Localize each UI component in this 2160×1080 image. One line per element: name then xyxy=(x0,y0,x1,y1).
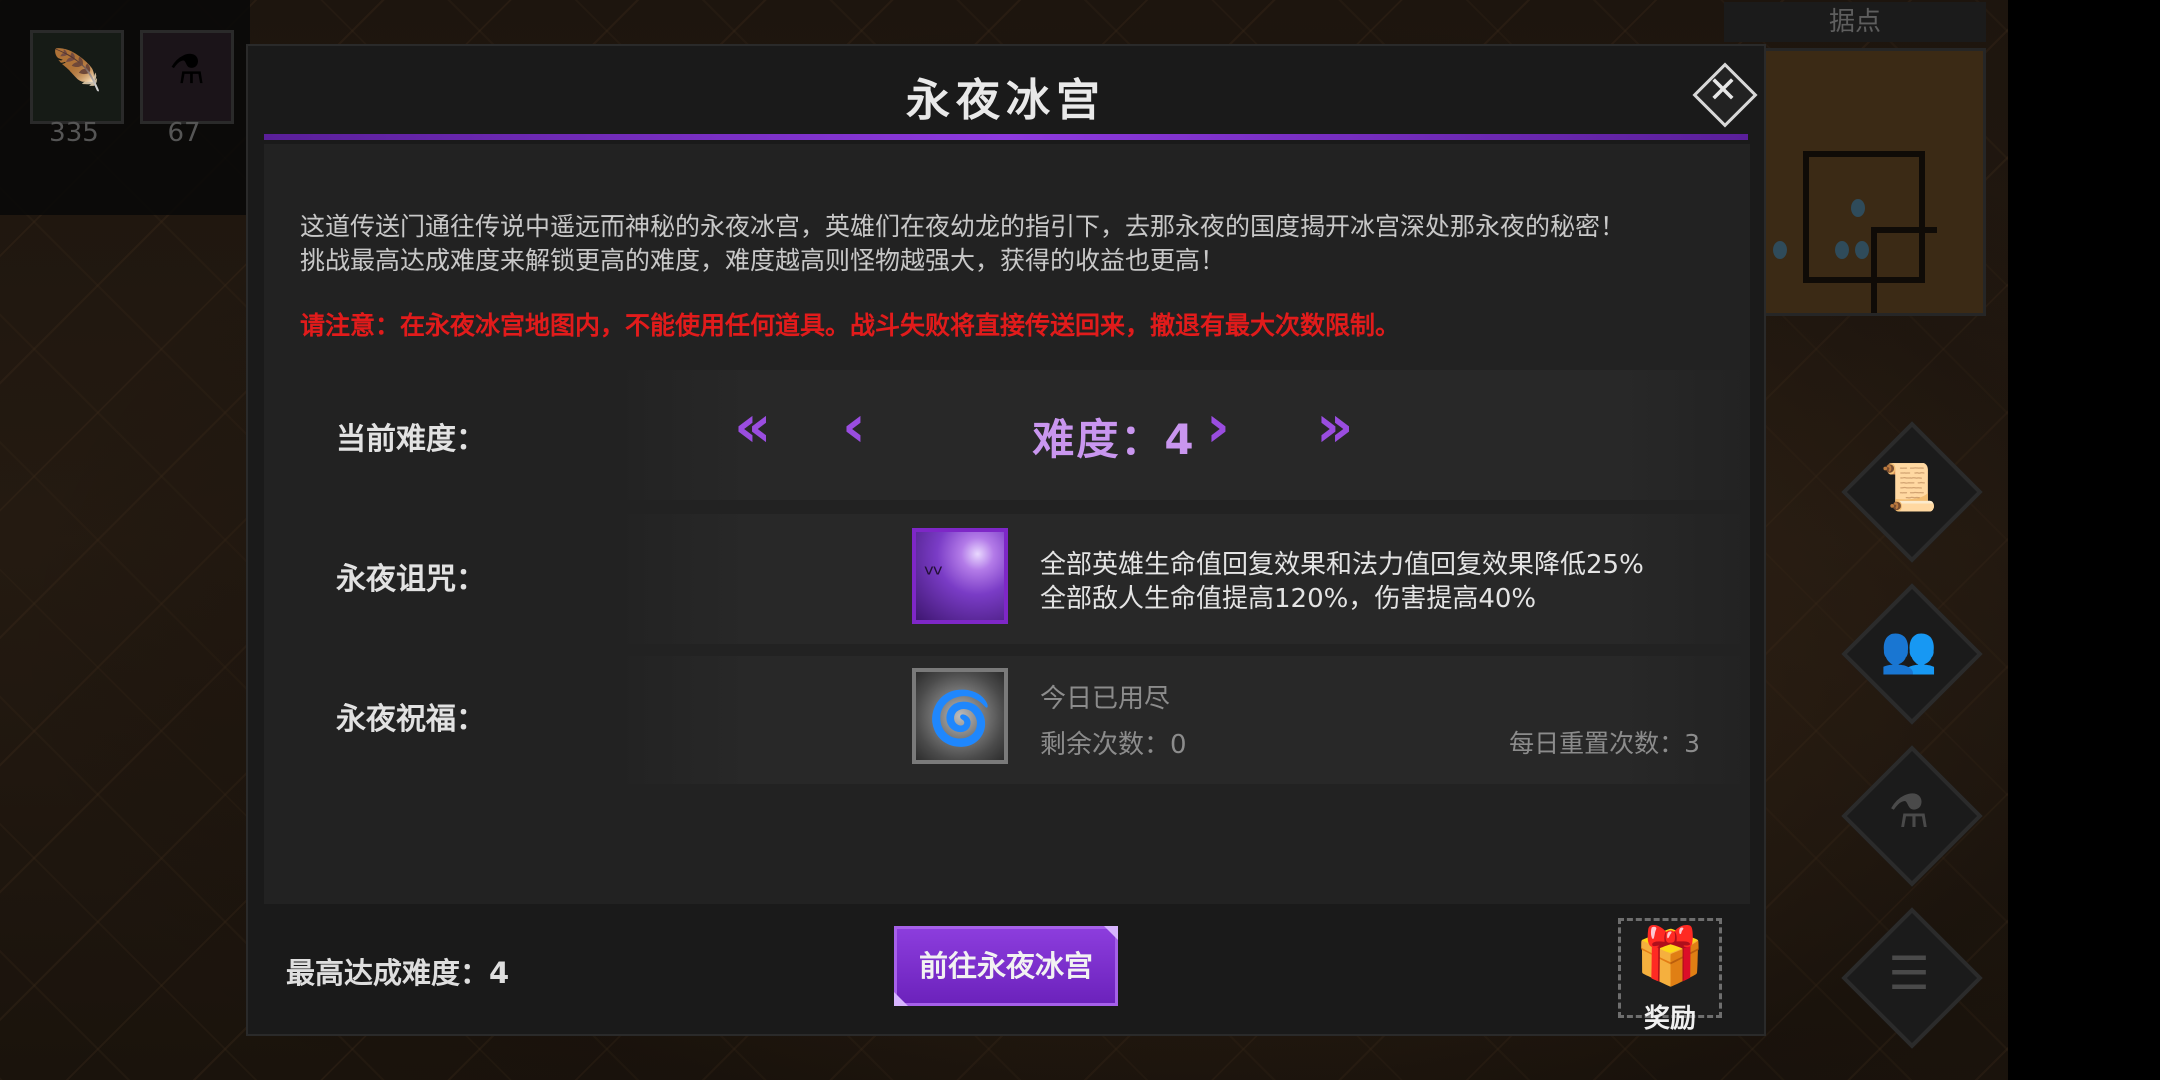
resource-slot[interactable]: ⚗ xyxy=(140,30,234,124)
minimap-marker xyxy=(1835,241,1849,259)
minimap-marker xyxy=(1851,199,1865,217)
dialog-body: 这道传送门通往传说中遥远而神秘的永夜冰宫，英雄们在夜幼龙的指引下，去那永夜的国度… xyxy=(264,144,1754,904)
blessing-remaining: 剩余次数：0 xyxy=(1040,730,1187,760)
close-button[interactable]: ✕ xyxy=(1690,60,1758,128)
curse-effect-line: 全部敌人生命值提高120%，伤害提高40% xyxy=(1040,584,1537,614)
potion-icon: ⚗ xyxy=(169,47,205,93)
eternal-night-dialog: 永夜冰宫 ✕ 这道传送门通往传说中遥远而神秘的永夜冰宫，英雄们在夜幼龙的指引下，… xyxy=(246,44,1766,1036)
max-difficulty-text: 最高达成难度：4 xyxy=(286,956,510,990)
dialog-header: 永夜冰宫 ✕ xyxy=(248,46,1764,140)
curse-icon[interactable]: ᵛᵛ xyxy=(912,528,1008,624)
swirl-icon: 🌀 xyxy=(927,689,993,749)
quest-scroll-icon: 📜 xyxy=(1880,460,1938,514)
button-corner xyxy=(1104,926,1118,940)
reward-label: 奖励 xyxy=(1643,1004,1696,1034)
blessing-icon[interactable]: 🌀 xyxy=(912,668,1008,764)
description-line: 挑战最高达成难度来解锁更高的难度，难度越高则怪物越强大，获得的收益也更高！ xyxy=(300,246,1226,275)
resource-count: 67 xyxy=(167,118,201,148)
minimap-marker xyxy=(1773,241,1787,259)
screen-edge xyxy=(2008,0,2160,1080)
blessing-row xyxy=(614,656,1754,784)
difficulty-label: 当前难度： xyxy=(336,422,486,457)
minimap[interactable] xyxy=(1762,48,1986,316)
resource-slot[interactable]: 🪶 xyxy=(30,30,124,124)
description-line: 这道传送门通往传说中遥远而神秘的永夜冰宫，英雄们在夜幼龙的指引下，去那永夜的国度… xyxy=(300,212,1626,241)
dialog-title: 永夜冰宫 xyxy=(906,75,1106,126)
heroes-button[interactable]: 👥 xyxy=(1841,583,1983,725)
enter-dungeon-label: 前往永夜冰宫 xyxy=(918,949,1093,983)
potion-flask-icon: ⚗ xyxy=(1888,784,1930,838)
menu-list-icon: ☰ xyxy=(1888,946,1930,1000)
blessing-label: 永夜祝福： xyxy=(336,702,486,737)
resource-bar: 🪶 ⚗ 335 67 xyxy=(0,0,250,215)
minimap-title: 据点 xyxy=(1724,2,1986,42)
gift-icon: 🎁 xyxy=(1635,924,1705,989)
last-difficulty-button[interactable]: » xyxy=(1316,396,1353,456)
resource-count: 335 xyxy=(49,118,99,148)
prev-difficulty-button[interactable]: ‹ xyxy=(842,396,866,456)
next-difficulty-button[interactable]: › xyxy=(1206,396,1230,456)
header-divider xyxy=(264,134,1748,140)
warning-text: 请注意：在永夜冰宫地图内，不能使用任何道具。战斗失败将直接传送回来，撤退有最大次… xyxy=(300,311,1401,340)
enter-dungeon-button[interactable]: 前往永夜冰宫 xyxy=(894,926,1118,1006)
button-corner xyxy=(894,992,908,1006)
minimap-room xyxy=(1871,227,1937,313)
items-button[interactable]: ⚗ xyxy=(1841,745,1983,887)
first-difficulty-button[interactable]: « xyxy=(734,396,771,456)
close-icon: ✕ xyxy=(1707,70,1739,111)
menu-button[interactable]: ☰ xyxy=(1841,907,1983,1049)
blessing-daily-reset: 每日重置次数：3 xyxy=(1509,729,1700,758)
quest-button[interactable]: 📜 xyxy=(1841,421,1983,563)
curse-label: 永夜诅咒： xyxy=(336,562,486,597)
bats-icon: ᵛᵛ xyxy=(924,560,944,590)
feather-icon: 🪶 xyxy=(52,48,102,94)
minimap-marker xyxy=(1855,241,1869,259)
curse-effect-line: 全部英雄生命值回复效果和法力值回复效果降低25% xyxy=(1040,550,1644,580)
heroes-icon: 👥 xyxy=(1880,622,1938,676)
difficulty-value: 难度：4 xyxy=(1032,415,1196,464)
blessing-status: 今日已用尽 xyxy=(1040,684,1171,714)
